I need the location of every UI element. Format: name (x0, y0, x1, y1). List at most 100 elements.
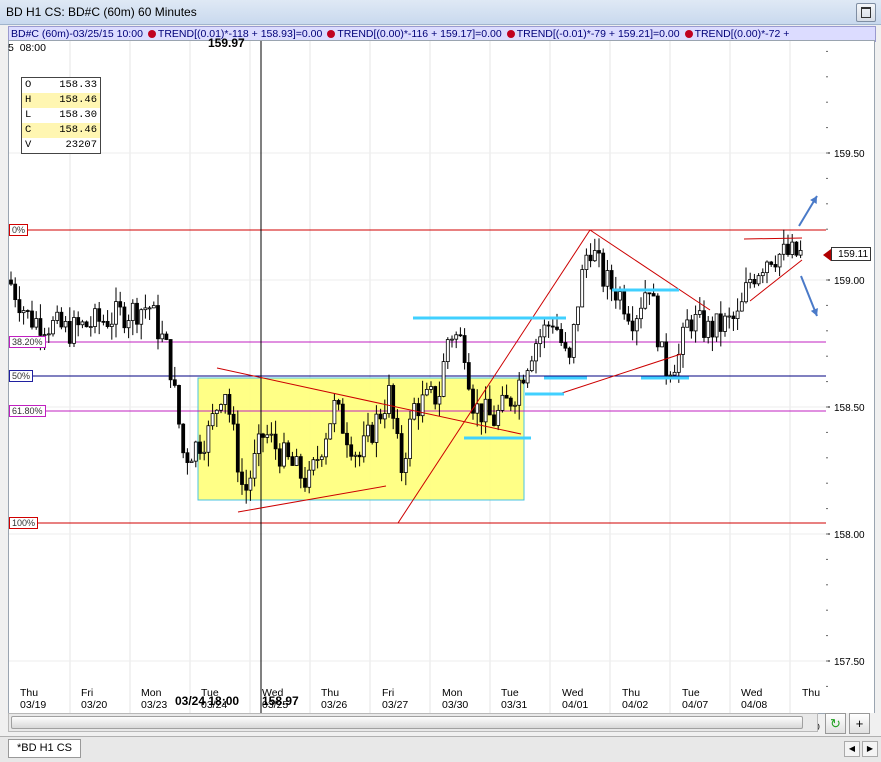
day-label: Thu 04/02 (622, 687, 648, 711)
study-label: TREND[(0.00)*-72 + (694, 28, 790, 40)
candle-body (244, 484, 249, 491)
study-item[interactable]: BD#C (60m)-03/25/15 10:00 (9, 27, 143, 41)
tab-next-button[interactable]: ▶ (862, 741, 878, 757)
candle-body (185, 452, 190, 463)
candle-body (189, 460, 194, 463)
chart-area[interactable] (8, 40, 827, 714)
sheet-tab[interactable]: *BD H1 CS (8, 739, 82, 758)
candle-body (487, 398, 492, 416)
ohlc-row: L 158.30 (22, 108, 100, 123)
plus-icon: + (855, 716, 864, 731)
candle-body (760, 272, 765, 277)
candle-body (647, 292, 652, 295)
price-chart[interactable] (9, 41, 826, 713)
candle-body (88, 326, 93, 328)
candle-body (177, 385, 181, 425)
candle-body (193, 441, 198, 462)
candle-body (445, 339, 450, 363)
candle-body (181, 423, 186, 454)
candle-body (114, 301, 118, 325)
candle-body (164, 333, 169, 340)
last-price-arrow-icon (823, 249, 831, 261)
candle-body (231, 413, 236, 425)
day-label: Fri 03/20 (81, 687, 107, 711)
candle-body (345, 432, 349, 446)
ohlc-row: O 158.33 (22, 78, 100, 93)
candle-body (25, 310, 30, 312)
candle-body (156, 305, 160, 340)
candle-body (273, 433, 278, 450)
price-axis[interactable]: 159.50 159.00 158.50 158.00 157.50 (826, 40, 875, 713)
candle-body (580, 269, 585, 308)
study-item[interactable]: TREND[(0.00)*-116 + 159.17]=0.00 (326, 27, 502, 41)
day-label: Thu 03/19 (20, 687, 46, 711)
day-date: 03/19 (20, 699, 47, 711)
day-label: Thu (802, 687, 820, 699)
refresh-button[interactable]: ↻ (825, 713, 846, 734)
study-dot-icon (147, 30, 156, 38)
ohlc-value: 23207 (65, 139, 97, 151)
candle-body (210, 413, 215, 427)
candle-body (517, 379, 522, 406)
study-dot-icon (684, 30, 693, 38)
candle-body (109, 323, 114, 327)
ohlc-key: O (25, 79, 32, 91)
day-label: Mon 03/30 (442, 687, 468, 711)
candle-body (529, 360, 534, 372)
candle-body (370, 424, 375, 443)
candle-body (277, 448, 282, 467)
candle-body (689, 319, 694, 332)
day-name: Wed (741, 687, 763, 699)
chevron-right-icon: ▶ (866, 744, 874, 753)
candle-body (38, 318, 43, 336)
horizontal-scrollbar[interactable] (8, 713, 818, 732)
day-name: Tue (501, 687, 519, 699)
chevron-left-icon: ◀ (848, 744, 856, 753)
candle-body (571, 324, 576, 358)
subheader-value: 159.97 (208, 36, 245, 50)
candle-body (126, 320, 131, 329)
candle-body (475, 403, 480, 414)
ohlc-value: 158.30 (59, 109, 97, 121)
candle-body (592, 250, 597, 262)
candle-body (76, 317, 81, 326)
window-title: BD H1 CS: BD#C (60m) 60 Minutes (6, 5, 197, 19)
candle-body (651, 293, 656, 297)
candle-body (710, 320, 715, 338)
candle-body (777, 253, 782, 268)
candle-body (643, 292, 648, 309)
candle-body (546, 324, 551, 327)
fib-label-50: 50% (9, 370, 34, 382)
candle-body (143, 307, 148, 311)
candle-body (340, 403, 345, 434)
candle-body (80, 321, 85, 326)
maximize-button[interactable] (856, 3, 876, 22)
candle-body (307, 469, 312, 488)
candle-body (97, 308, 102, 322)
ohlc-key: L (25, 109, 32, 121)
study-label: TREND[(0.00)*-116 + 159.17]=0.00 (337, 28, 502, 40)
study-item[interactable]: TREND[(0.00)*-72 + (684, 27, 790, 41)
study-item[interactable]: TREND[(-0.01)*-79 + 159.21]=0.00 (506, 27, 680, 41)
day-date: 03/30 (442, 699, 469, 711)
candle-body (735, 310, 740, 319)
candle-body (718, 313, 723, 332)
candle-body (727, 315, 732, 318)
zoom-in-button[interactable]: + (849, 713, 870, 734)
candle-body (366, 424, 370, 437)
candle-body (496, 409, 501, 426)
candle-body (252, 453, 257, 479)
scrollbar-thumb[interactable] (11, 716, 803, 729)
candle-body (588, 254, 593, 262)
last-price-tag: 159.11 (823, 247, 871, 261)
tab-prev-button[interactable]: ◀ (844, 741, 860, 757)
day-date: 04/08 (741, 699, 768, 711)
candle-body (118, 301, 123, 308)
candle-body (235, 423, 240, 473)
candle-body (147, 307, 152, 310)
candle-body (706, 320, 711, 338)
candle-body (508, 397, 513, 407)
fib-label-100: 100% (9, 517, 39, 529)
candle-body (450, 338, 454, 341)
candle-body (630, 320, 635, 332)
